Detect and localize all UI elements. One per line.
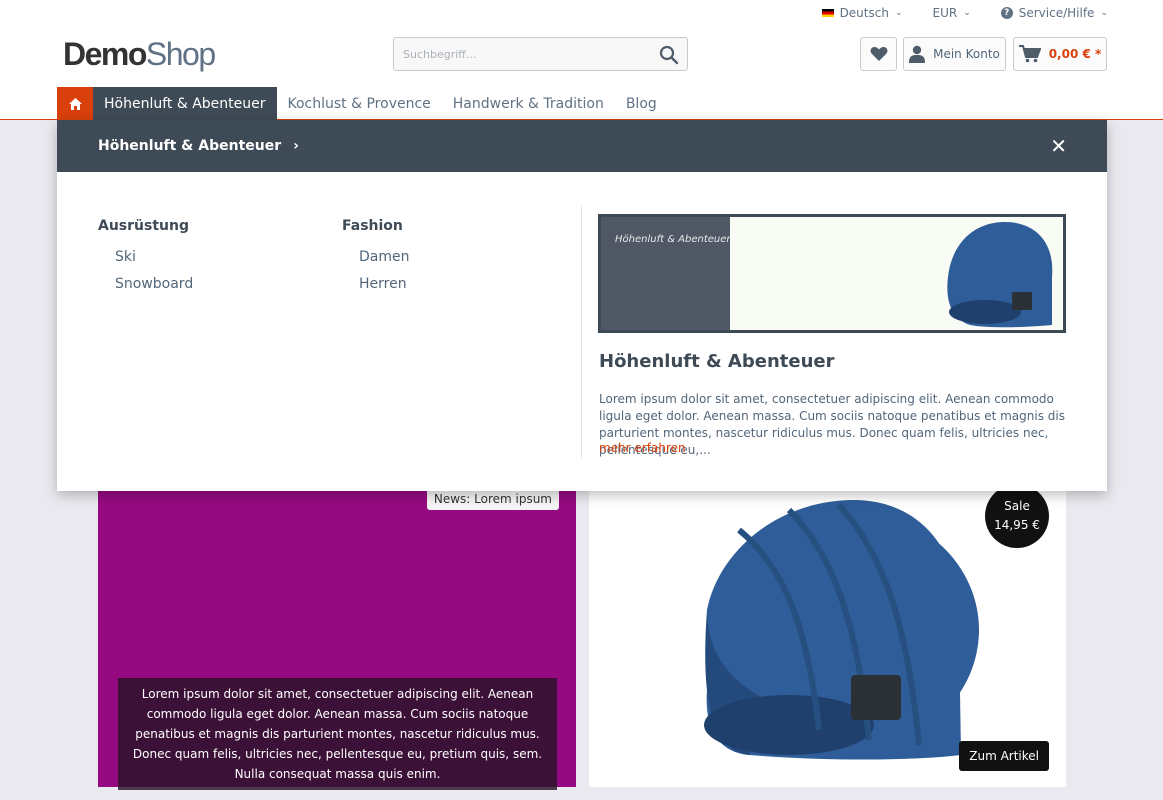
promo-banner[interactable]: News: Lorem ipsum Lorem ipsum dolor sit … [98,488,576,790]
shop-logo[interactable]: DemoShop [63,36,216,73]
category-column: Fashion Damen Herren [342,218,409,298]
subcategory-link[interactable]: Damen [359,244,409,271]
category-teaser-image[interactable]: Höhenluft & Abenteuer [598,214,1066,333]
mega-menu-title[interactable]: Höhenluft & Abenteuer [98,138,281,154]
service-menu[interactable]: ? Service/Hilfe ⌄ [1000,6,1108,20]
cart-button[interactable]: 0,00 € * [1013,37,1107,71]
read-more-link[interactable]: mehr erfahren [599,441,686,455]
cart-total: 0,00 € * [1048,47,1102,61]
language-switcher[interactable]: Deutsch ⌄ [821,6,903,20]
search-placeholder: Suchbegriff... [403,48,477,61]
nav-tab-handwerk[interactable]: Handwerk & Tradition [442,87,615,120]
main-navigation: Höhenluft & Abenteuer Kochlust & Provenc… [57,87,668,120]
promo-text: Lorem ipsum dolor sit amet, consectetuer… [118,678,557,790]
subcategory-link[interactable]: Snowboard [115,271,193,298]
service-label: Service/Hilfe [1018,6,1095,20]
search-input[interactable]: Suchbegriff... [393,37,688,71]
help-icon: ? [1000,7,1013,19]
chevron-down-icon: ⌄ [963,8,971,18]
top-bar: Deutsch ⌄ EUR ⌄ ? Service/Hilfe ⌄ [821,6,1108,20]
logo-bold-text: Demo [63,36,147,72]
account-button[interactable]: Mein Konto [903,37,1006,71]
site-header: Deutsch ⌄ EUR ⌄ ? Service/Hilfe ⌄ DemoSh… [0,0,1163,120]
product-teaser[interactable]: Sale 14,95 € Zum Artikel [589,484,1066,787]
german-flag-icon [821,9,834,17]
wishlist-button[interactable] [860,37,897,71]
account-label: Mein Konto [933,47,1000,61]
home-button[interactable] [57,87,93,120]
mega-menu: Höhenluft & Abenteuer › ✕ Ausrüstung Ski… [57,120,1107,491]
currency-switcher[interactable]: EUR ⌄ [933,6,971,20]
chevron-down-icon: ⌄ [1100,8,1108,18]
currency-label: EUR [932,6,958,20]
home-icon [68,97,82,110]
to-article-button[interactable]: Zum Artikel [959,741,1049,771]
cart-icon [1018,45,1041,63]
sale-badge: Sale 14,95 € [985,484,1049,548]
subcategory-link[interactable]: Herren [359,271,409,298]
category-column: Ausrüstung Ski Snowboard [98,218,193,298]
news-badge: News: Lorem ipsum [426,488,559,510]
user-icon [909,45,926,63]
product-price: 14,95 € [994,518,1040,532]
logo-light-text: Shop [145,36,216,72]
teaser-label: Höhenluft & Abenteuer [615,234,731,245]
nav-tab-blog[interactable]: Blog [615,87,668,120]
language-label: Deutsch [839,6,889,20]
teaser-photo [730,217,1063,330]
chevron-right-icon[interactable]: › [293,138,299,154]
beanie-thumbnail [947,222,1053,328]
search-icon[interactable] [659,45,679,65]
category-heading[interactable]: Ausrüstung [98,218,193,234]
sale-label: Sale [1004,499,1030,513]
close-icon[interactable]: ✕ [1050,134,1067,158]
subcategory-link[interactable]: Ski [115,244,193,271]
nav-tab-kochlust[interactable]: Kochlust & Provence [277,87,442,120]
mega-menu-header: Höhenluft & Abenteuer › ✕ [57,120,1107,172]
column-divider [581,206,582,458]
nav-tab-hoehenluft[interactable]: Höhenluft & Abenteuer [93,87,277,120]
chevron-down-icon: ⌄ [894,8,903,18]
category-heading-large: Höhenluft & Abenteuer [599,351,835,372]
category-heading[interactable]: Fashion [342,218,409,234]
heart-icon [870,47,887,61]
